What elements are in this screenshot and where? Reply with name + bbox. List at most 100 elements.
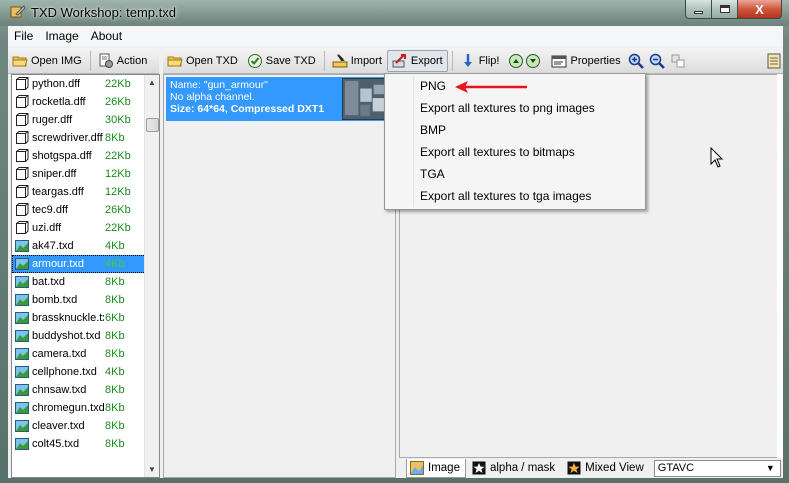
file-size: 4Kb xyxy=(105,366,125,378)
export-bmp[interactable]: BMP xyxy=(420,123,446,137)
import-button[interactable]: Import xyxy=(328,50,386,72)
texture-file-icon xyxy=(15,312,29,324)
file-name: bat.txd xyxy=(32,276,66,288)
annotation-arrow-icon xyxy=(455,81,527,93)
scroll-up-icon[interactable]: ▲ xyxy=(145,75,159,90)
file-list-item[interactable]: ruger.dff 30Kb xyxy=(12,111,146,129)
menu-image[interactable]: Image xyxy=(39,26,84,46)
model-file-icon xyxy=(16,203,29,216)
zoom-in-button[interactable] xyxy=(626,50,646,72)
tab-alpha-mask[interactable]: alpha / mask xyxy=(468,459,561,478)
save-txd-label: Save TXD xyxy=(265,54,316,67)
export-tga[interactable]: TGA xyxy=(420,167,445,181)
platform-select[interactable]: GTAVC ▼ xyxy=(653,459,781,477)
texture-file-icon xyxy=(15,348,29,360)
texture-list-panel: Name: "gun_armour" No alpha channel. Siz… xyxy=(163,74,396,478)
minimize-button[interactable] xyxy=(685,0,712,19)
close-icon: X xyxy=(755,1,764,17)
folder-icon xyxy=(167,56,183,66)
open-img-button[interactable]: Open IMG xyxy=(8,50,86,72)
file-name: teargas.dff xyxy=(32,186,84,198)
file-name: cleaver.txd xyxy=(32,420,85,432)
file-name: python.dff xyxy=(32,78,81,90)
file-list-item[interactable]: screwdriver.dff 8Kb xyxy=(12,129,146,147)
file-list-item[interactable]: armour.txd 4Kb xyxy=(12,255,146,273)
zoom-out-button[interactable] xyxy=(647,50,667,72)
tab-alpha-mask-label: alpha / mask xyxy=(489,462,556,474)
model-file-icon xyxy=(16,185,29,198)
preview-scrollbar[interactable] xyxy=(777,74,783,458)
scrollbar-thumb[interactable] xyxy=(146,118,159,132)
properties-button[interactable]: Properties xyxy=(547,50,624,72)
tab-mixed-view-label: Mixed View xyxy=(585,462,644,474)
file-size: 8Kb xyxy=(105,402,125,414)
extra-toolbar-button[interactable] xyxy=(764,50,782,72)
tab-mixed-view[interactable]: Mixed View xyxy=(563,459,650,478)
texture-file-icon xyxy=(15,438,29,450)
file-list-item[interactable]: bat.txd 8Kb xyxy=(12,273,146,291)
tab-image[interactable]: Image xyxy=(406,458,466,478)
export-all-tga[interactable]: Export all textures to tga images xyxy=(420,189,591,203)
file-size: 26Kb xyxy=(105,204,131,216)
file-list-scrollbar[interactable]: ▲ ▼ xyxy=(144,75,159,477)
file-list-item[interactable]: bomb.txd 8Kb xyxy=(12,291,146,309)
file-list-item[interactable]: uzi.dff 22Kb xyxy=(12,219,146,237)
toolbar-separator xyxy=(89,50,91,71)
file-list-item[interactable]: sniper.dff 12Kb xyxy=(12,165,146,183)
texture-file-icon xyxy=(15,330,29,342)
title-bar[interactable]: TXD Workshop: temp.txd X xyxy=(0,0,789,26)
scroll-down-icon[interactable]: ▼ xyxy=(145,462,159,477)
zoom-in-icon xyxy=(628,53,644,69)
maximize-button[interactable] xyxy=(712,0,738,19)
model-file-icon xyxy=(16,95,29,108)
zoom-out-icon xyxy=(649,53,665,69)
file-size: 22Kb xyxy=(105,222,131,234)
file-size: 4Kb xyxy=(105,258,125,270)
export-label: Export xyxy=(410,54,443,67)
file-list-item[interactable]: camera.txd 8Kb xyxy=(12,345,146,363)
file-name: bomb.txd xyxy=(32,294,78,306)
file-name: shotgspa.dff xyxy=(32,150,92,162)
file-list-item[interactable]: ak47.txd 4Kb xyxy=(12,237,146,255)
export-button[interactable]: Export xyxy=(386,49,448,72)
model-file-icon xyxy=(16,113,29,126)
file-list-item[interactable]: shotgspa.dff 22Kb xyxy=(12,147,146,165)
file-list-item[interactable]: python.dff 22Kb xyxy=(12,75,146,93)
flip-button[interactable]: Flip! xyxy=(456,50,504,72)
open-txd-button[interactable]: Open TXD xyxy=(163,50,242,72)
file-size: 8Kb xyxy=(105,132,125,144)
file-list-item[interactable]: colt45.txd 8Kb xyxy=(12,435,146,453)
file-size: 22Kb xyxy=(105,78,131,90)
export-all-bmp[interactable]: Export all textures to bitmaps xyxy=(420,145,575,159)
model-file-icon xyxy=(16,149,29,162)
file-list-item[interactable]: teargas.dff 12Kb xyxy=(12,183,146,201)
file-list-item[interactable]: buddyshot.txd 8Kb xyxy=(12,327,146,345)
file-list-item[interactable]: cellphone.txd 4Kb xyxy=(12,363,146,381)
close-button[interactable]: X xyxy=(738,0,782,19)
rotate-buttons[interactable] xyxy=(504,50,546,72)
img-file-list[interactable]: python.dff 22Kb rocketla.dff 26Kb ruger.dff 3… xyxy=(12,75,146,477)
export-png[interactable]: PNG xyxy=(420,79,446,93)
import-icon xyxy=(332,53,348,67)
texture-file-icon xyxy=(15,294,29,306)
file-size: 8Kb xyxy=(105,330,125,342)
action-button[interactable]: Action xyxy=(94,50,152,72)
file-list-item[interactable]: rocketla.dff 26Kb xyxy=(12,93,146,111)
properties-icon xyxy=(551,55,567,67)
export-all-png[interactable]: Export all textures to png images xyxy=(420,101,595,115)
file-list-item[interactable]: brassknuckle.txd6Kb xyxy=(12,309,146,327)
texture-item-selected[interactable]: Name: "gun_armour" No alpha channel. Siz… xyxy=(166,77,393,121)
file-size: 8Kb xyxy=(105,420,125,432)
alpha-mask-icon xyxy=(472,461,486,475)
file-list-item[interactable]: chromegun.txd 8Kb xyxy=(12,399,146,417)
menu-about[interactable]: About xyxy=(85,26,128,46)
fit-size-button[interactable] xyxy=(668,50,688,72)
action-label: Action xyxy=(116,54,148,67)
file-list-item[interactable]: chnsaw.txd 8Kb xyxy=(12,381,146,399)
menu-file[interactable]: File xyxy=(8,26,39,46)
file-name: armour.txd xyxy=(32,258,84,270)
tab-image-label: Image xyxy=(428,461,460,474)
file-list-item[interactable]: tec9.dff 26Kb xyxy=(12,201,146,219)
save-txd-button[interactable]: Save TXD xyxy=(243,50,320,72)
file-list-item[interactable]: cleaver.txd 8Kb xyxy=(12,417,146,435)
